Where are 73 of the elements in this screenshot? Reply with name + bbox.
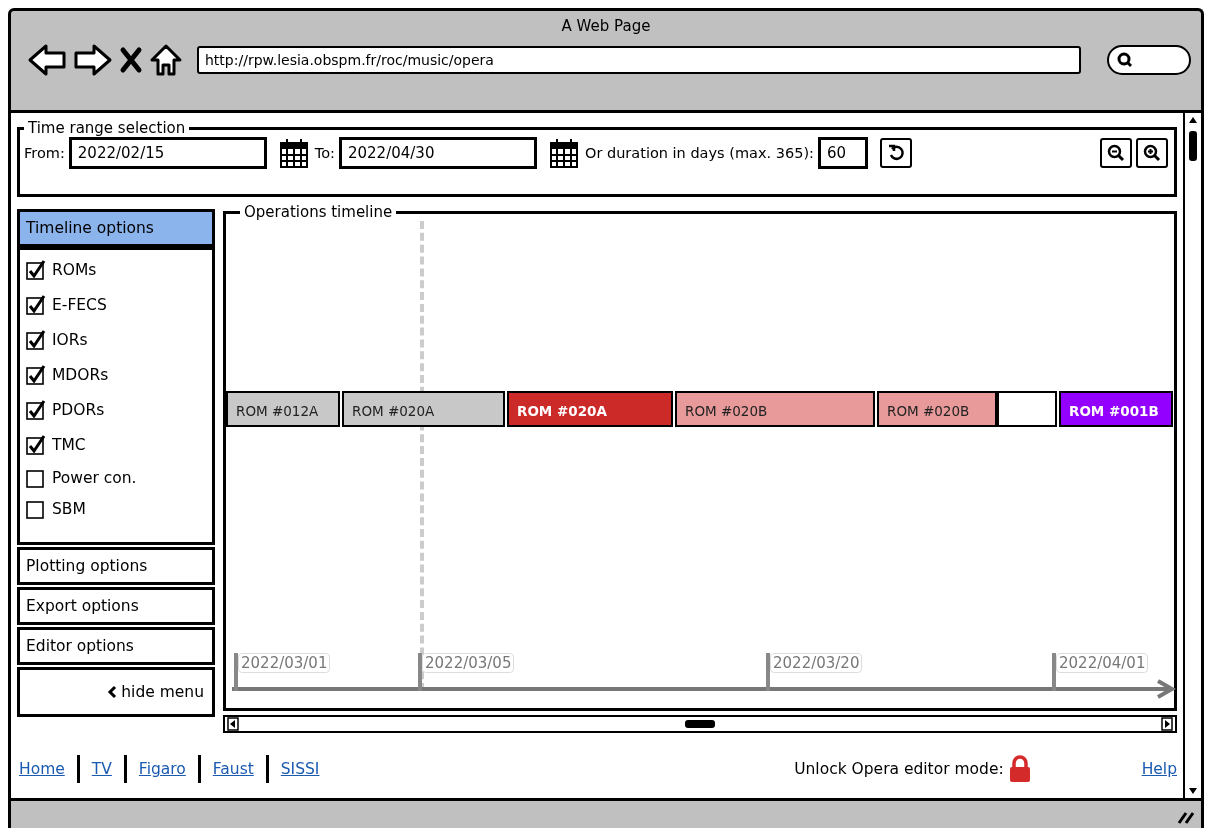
checkbox[interactable] — [26, 434, 46, 455]
footer-link[interactable]: Figaro — [138, 760, 186, 778]
from-date-field[interactable]: 2022/02/15 — [68, 137, 267, 169]
reset-button[interactable] — [879, 138, 912, 168]
help-link[interactable]: Help — [1141, 760, 1177, 778]
padlock-closed-icon[interactable] — [1007, 755, 1032, 783]
from-label: From: — [24, 145, 65, 161]
checkbox[interactable] — [26, 399, 46, 420]
scroll-thumb[interactable] — [1189, 131, 1197, 161]
timeline-bar[interactable]: ROM #020A — [342, 391, 505, 427]
zoom-in-button[interactable] — [1136, 138, 1168, 168]
address-field[interactable]: http://rpw.lesia.obspm.fr/roc/music/opera — [197, 46, 1081, 74]
checkbox-label: IORs — [52, 330, 88, 349]
accordion-header[interactable]: Export options — [17, 587, 215, 625]
tick-mark — [1052, 653, 1056, 691]
accordion-header[interactable]: Timeline options — [17, 209, 215, 247]
panel-title: Operations timeline — [243, 203, 394, 221]
zoom-in-icon — [1143, 144, 1161, 162]
accordion-header[interactable]: Editor options — [17, 627, 215, 665]
zoom-out-icon — [1107, 144, 1125, 162]
timeline-bar[interactable]: ROM #001B — [1059, 391, 1173, 427]
date-tick-label: 2022/03/01 — [238, 653, 331, 673]
scroll-right-icon[interactable] — [1161, 717, 1173, 731]
scroll-thumb[interactable] — [685, 720, 715, 728]
panel-title: Time range selection — [27, 119, 187, 137]
chevron-left-icon — [107, 685, 118, 699]
tick-mark — [418, 653, 422, 691]
search-icon — [1117, 52, 1133, 68]
window-title: A Web Page — [561, 17, 651, 35]
footer-link[interactable]: TV — [91, 760, 112, 778]
checkbox-label: SBM — [52, 499, 86, 518]
checkbox-label: ROMs — [52, 260, 97, 279]
checkbox-label: TMC — [52, 435, 86, 454]
checkbox-label: PDORs — [52, 400, 105, 419]
checkbox-label: Power con. — [52, 468, 137, 487]
footer-link[interactable]: Home — [19, 760, 65, 778]
checkbox[interactable] — [26, 259, 46, 280]
date-tick-label: 2022/03/20 — [770, 653, 863, 673]
checkbox[interactable] — [26, 294, 46, 315]
duration-label: Or duration in days (max. 365): — [584, 145, 814, 161]
back-icon[interactable] — [27, 43, 67, 77]
timeline-bar[interactable]: ROM #020A — [507, 391, 673, 427]
checkbox[interactable] — [26, 364, 46, 385]
footer-link[interactable]: Faust — [212, 760, 254, 778]
calendar-icon[interactable] — [278, 137, 309, 169]
close-icon[interactable] — [119, 46, 143, 74]
timeline-bar[interactable]: ROM #012A — [226, 391, 340, 427]
checkbox[interactable] — [26, 498, 46, 519]
checkbox-label: E-FECS — [52, 295, 107, 314]
forward-icon[interactable] — [73, 43, 113, 77]
horizontal-scrollbar[interactable] — [223, 715, 1177, 733]
tick-mark — [234, 653, 238, 691]
to-date-field[interactable]: 2022/04/30 — [338, 137, 537, 169]
checkbox[interactable] — [26, 329, 46, 350]
unlock-label: Unlock Opera editor mode: — [794, 760, 1004, 778]
reset-icon — [886, 144, 905, 162]
calendar-icon[interactable] — [548, 137, 579, 169]
footer-link[interactable]: SISSI — [280, 760, 320, 778]
home-icon[interactable] — [149, 43, 183, 77]
checkbox-label: MDORs — [52, 365, 109, 384]
search-field[interactable] — [1107, 45, 1191, 75]
scroll-left-icon[interactable] — [227, 717, 239, 731]
accordion-header[interactable]: Plotting options — [17, 547, 215, 585]
duration-field[interactable]: 60 — [817, 137, 868, 169]
date-tick-label: 2022/04/01 — [1056, 653, 1149, 673]
to-label: To: — [314, 145, 335, 161]
timeline-bar[interactable]: ROM #020B — [675, 391, 875, 427]
hide-menu-link[interactable]: hide menu — [107, 683, 204, 701]
checkbox[interactable] — [26, 467, 46, 488]
timeline-bar[interactable]: ROM #020B — [877, 391, 997, 427]
date-tick-label: 2022/03/05 — [422, 653, 515, 673]
tick-mark — [766, 653, 770, 691]
zoom-out-button[interactable] — [1100, 138, 1132, 168]
